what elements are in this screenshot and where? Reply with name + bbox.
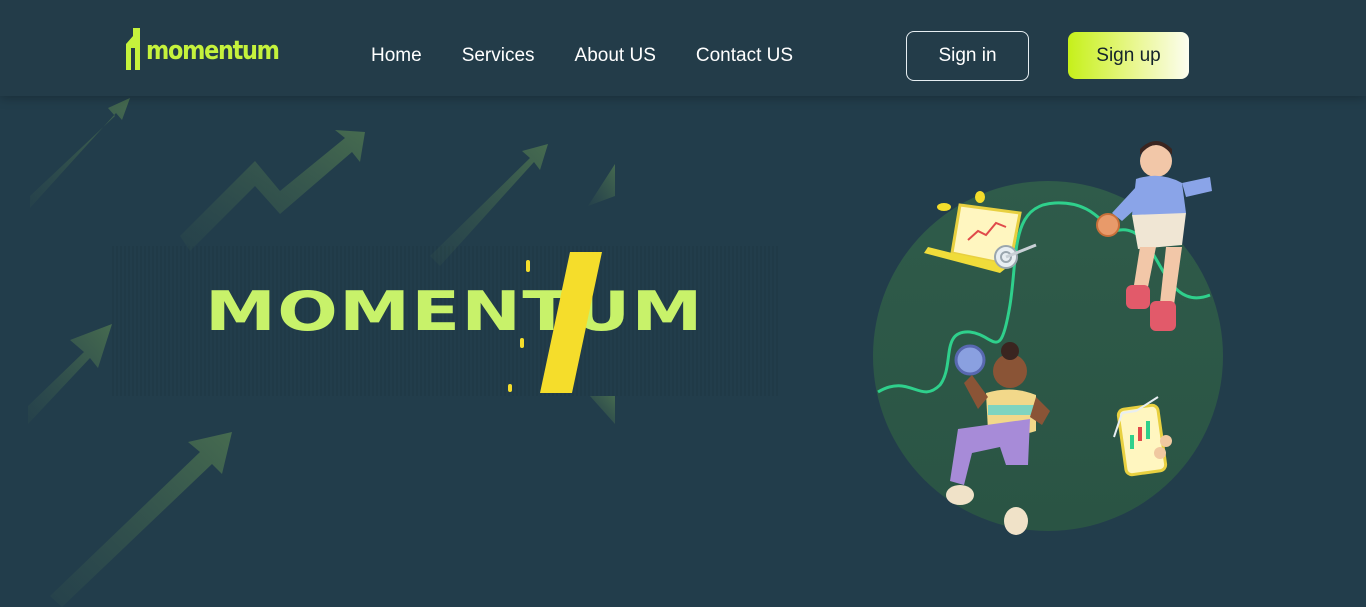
sign-up-button[interactable]: Sign up (1068, 32, 1189, 79)
nav-about-us[interactable]: About US (575, 44, 656, 68)
trend-arrows-background (28, 98, 780, 607)
brand-logo[interactable]: momentum (124, 26, 300, 70)
logo-bars-icon (126, 28, 140, 70)
nav-services[interactable]: Services (462, 44, 535, 68)
main-nav: Home Services About US Contact US (371, 44, 793, 68)
trading-3d-illustration (873, 141, 1223, 535)
top-navbar: momentum Home Services About US Contact … (0, 0, 1366, 96)
logo-text: momentum (146, 36, 280, 66)
hero-title: MOMENTUM (205, 280, 704, 343)
nav-home[interactable]: Home (371, 44, 422, 68)
yellow-slash-accent (508, 252, 602, 393)
sign-in-button[interactable]: Sign in (906, 31, 1029, 81)
nav-contact-us[interactable]: Contact US (696, 44, 793, 68)
